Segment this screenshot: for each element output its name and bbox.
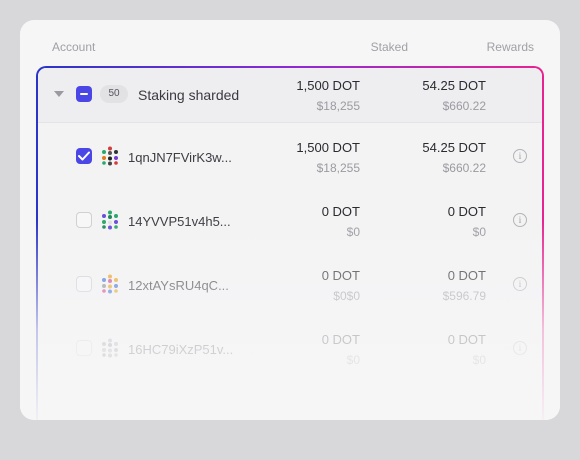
column-header-rewards: Rewards <box>486 40 534 54</box>
column-header-staked: Staked <box>370 40 408 54</box>
identicon-icon <box>102 338 118 358</box>
rewards-usd: $660.22 <box>442 161 486 175</box>
staked-usd: $0 <box>346 225 360 239</box>
account-row[interactable]: 16HC79iXzP51v... 0 DOT $0 0 DOT $0 i <box>38 316 542 380</box>
indeterminate-mark <box>80 93 88 95</box>
account-staked: 1,500 DOT $18,255 <box>220 140 360 175</box>
group-rewards: 54.25 DOT $660.22 <box>346 78 486 113</box>
account-row[interactable]: 1qnJN7FVirK3w... 1,500 DOT $18,255 54.25… <box>38 124 542 188</box>
table-header: Account Staked Rewards <box>20 20 560 66</box>
group-staked: 1,500 DOT $18,255 <box>220 78 360 113</box>
account-count-badge: 50 <box>100 85 128 103</box>
group-rewards-amount: 54.25 DOT <box>422 78 486 93</box>
group-row[interactable]: 50 Staking sharded 1,500 DOT $18,255 54.… <box>38 68 542 123</box>
info-icon[interactable]: i <box>513 213 527 227</box>
column-header-account: Account <box>52 40 96 54</box>
rewards-amount: 0 DOT <box>447 204 486 219</box>
rewards-usd: $0 <box>472 353 486 367</box>
staked-usd: $0$0 <box>333 289 360 303</box>
staked-usd: $18,255 <box>316 161 360 175</box>
group-panel-body: 50 Staking sharded 1,500 DOT $18,255 54.… <box>38 68 542 420</box>
staking-card: Account Staked Rewards 50 Staking sharde… <box>20 20 560 420</box>
selected-group-panel: 50 Staking sharded 1,500 DOT $18,255 54.… <box>36 66 544 420</box>
account-address: 16HC79iXzP51v... <box>128 342 234 357</box>
account-staked: 0 DOT $0$0 <box>220 268 360 303</box>
rewards-amount: 0 DOT <box>447 268 486 283</box>
account-row[interactable]: 12xtAYsRU4qC... 0 DOT $0$0 0 DOT $596.79… <box>38 252 542 316</box>
chevron-down-icon[interactable] <box>54 91 64 97</box>
account-staked: 0 DOT $0 <box>220 332 360 367</box>
staked-usd: $0 <box>346 353 360 367</box>
account-checkbox[interactable] <box>76 148 92 164</box>
rewards-amount: 54.25 DOT <box>422 140 486 155</box>
group-staked-usd: $18,255 <box>316 99 360 113</box>
account-rewards: 0 DOT $0 <box>346 332 486 367</box>
staked-amount: 1,500 DOT <box>296 140 360 155</box>
account-row[interactable]: 14YVVP51v4h5... 0 DOT $0 0 DOT $0 i <box>38 188 542 252</box>
account-checkbox[interactable] <box>76 212 92 228</box>
info-icon[interactable]: i <box>513 149 527 163</box>
rewards-amount: 0 DOT <box>447 332 486 347</box>
identicon-icon <box>102 146 118 166</box>
account-staked: 0 DOT $0 <box>220 204 360 239</box>
account-address: 1qnJN7FVirK3w... <box>128 150 232 165</box>
staked-amount: 0 DOT <box>321 332 360 347</box>
group-checkbox[interactable] <box>76 86 92 102</box>
account-checkbox[interactable] <box>76 276 92 292</box>
staked-amount: 0 DOT <box>321 268 360 283</box>
account-rewards: 0 DOT $0 <box>346 204 486 239</box>
info-icon[interactable]: i <box>513 277 527 291</box>
identicon-icon <box>102 210 118 230</box>
staked-amount: 0 DOT <box>321 204 360 219</box>
group-rewards-usd: $660.22 <box>442 99 486 113</box>
info-icon[interactable]: i <box>513 341 527 355</box>
account-rewards: 0 DOT $596.79 <box>346 268 486 303</box>
account-checkbox[interactable] <box>76 340 92 356</box>
rewards-usd: $0 <box>472 225 486 239</box>
account-address: 14YVVP51v4h5... <box>128 214 231 229</box>
check-icon <box>78 151 90 161</box>
account-rewards: 54.25 DOT $660.22 <box>346 140 486 175</box>
group-staked-amount: 1,500 DOT <box>296 78 360 93</box>
identicon-icon <box>102 274 118 294</box>
account-address: 12xtAYsRU4qC... <box>128 278 229 293</box>
rewards-usd: $596.79 <box>442 289 486 303</box>
